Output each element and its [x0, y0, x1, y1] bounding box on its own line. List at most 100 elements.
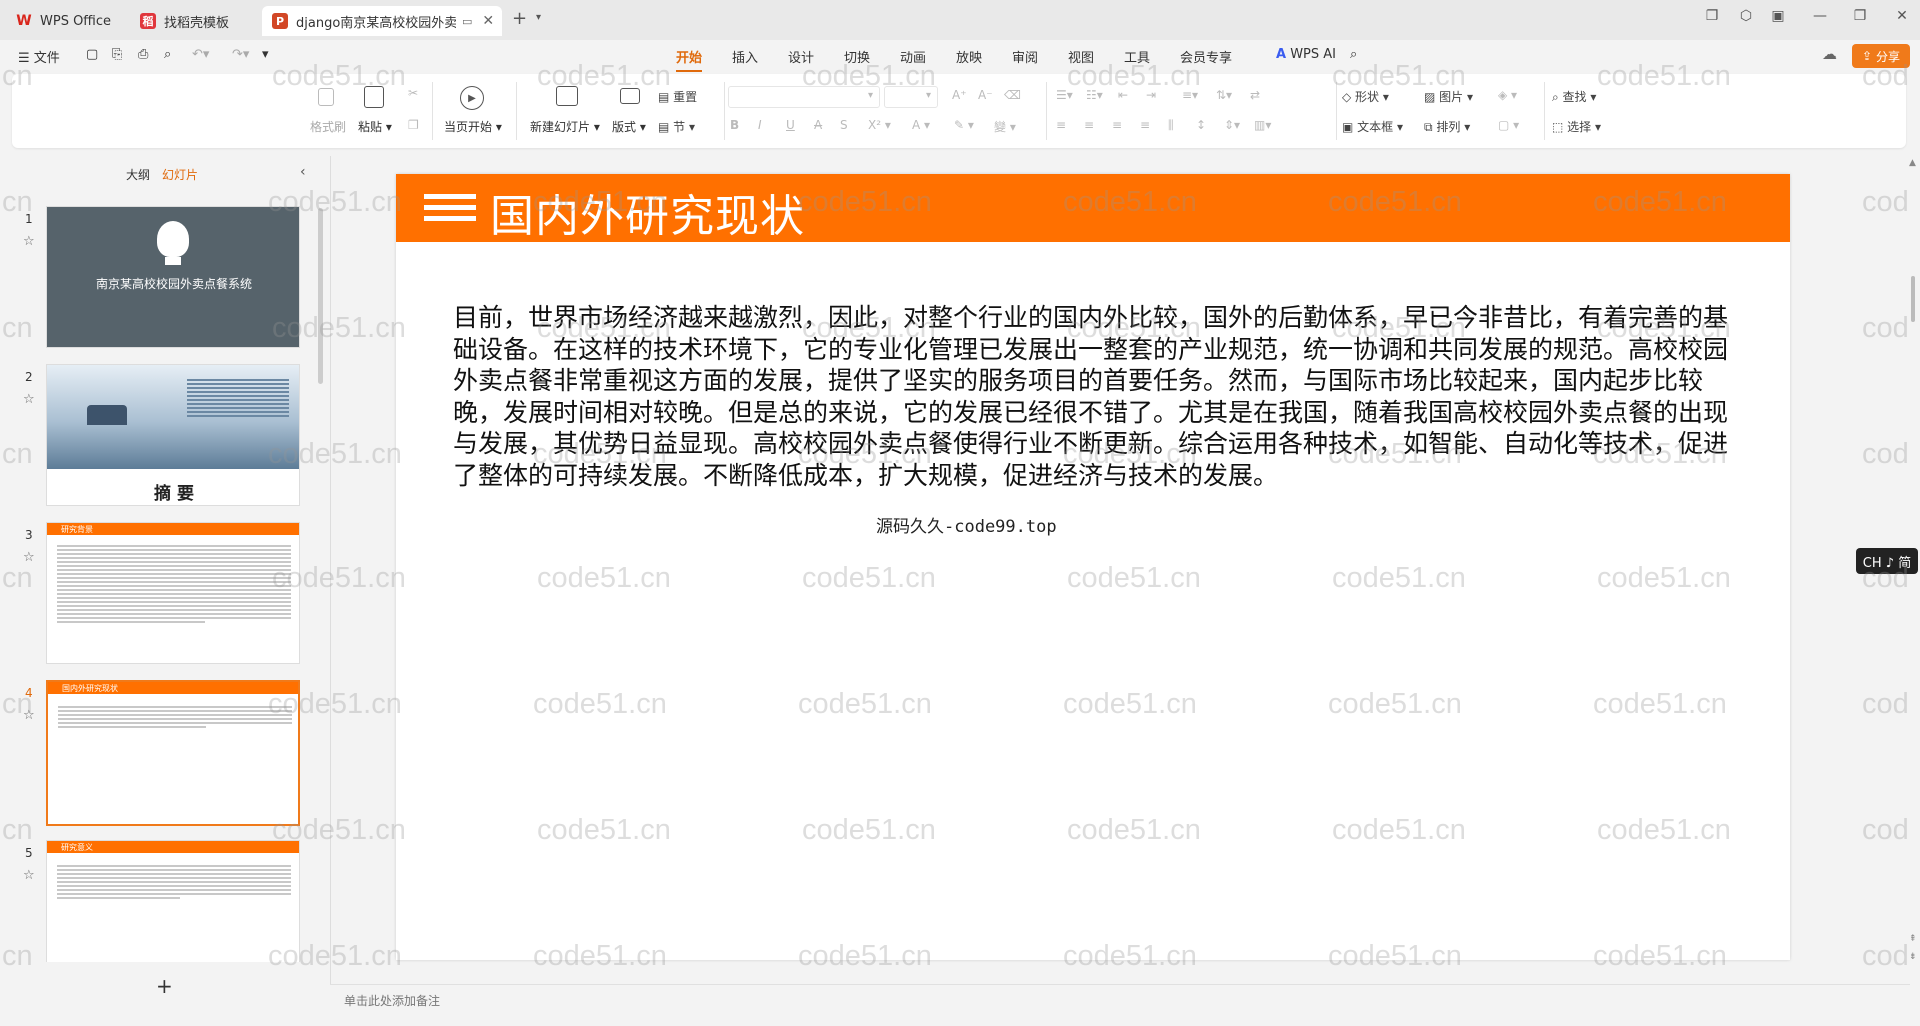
text-direction-icon[interactable]: ≡▾	[1182, 88, 1198, 102]
phonetic-icon[interactable]: 變 ▾	[994, 118, 1016, 135]
star-icon[interactable]: ☆	[23, 234, 35, 249]
new-tab-icon[interactable]: +	[512, 8, 527, 29]
menu-item-transition[interactable]: 切换	[844, 47, 870, 66]
cut-icon[interactable]: ✂	[408, 86, 418, 100]
strikethrough-icon[interactable]: A	[814, 118, 822, 132]
format-painter-button[interactable]: 格式刷	[310, 118, 346, 135]
print-preview-icon[interactable]: ⌕	[164, 47, 171, 62]
slide-thumbnail-2[interactable]: 摘 要	[46, 364, 300, 506]
monitor-icon[interactable]: ▭	[462, 15, 472, 28]
font-family-select[interactable]: ▾	[728, 86, 880, 108]
align-left-icon[interactable]: ≡	[1056, 118, 1066, 132]
slide-thumbnail-4[interactable]: 国内外研究现状	[46, 680, 300, 826]
reset-button[interactable]: ▤ 重置	[658, 88, 697, 105]
play-from-current-button[interactable]: 当页开始 ▾	[444, 118, 502, 135]
new-slide-button[interactable]: 新建幻灯片 ▾	[530, 118, 600, 135]
paragraph-spacing-icon[interactable]: ⇕▾	[1224, 118, 1240, 132]
star-icon[interactable]: ☆	[23, 392, 35, 407]
star-icon[interactable]: ☆	[23, 550, 35, 565]
star-icon[interactable]: ☆	[23, 868, 35, 883]
menu-item-member[interactable]: 会员专享	[1180, 47, 1232, 66]
redo-icon[interactable]: ↷▾	[232, 47, 249, 62]
save-icon[interactable]: ▢	[86, 47, 98, 62]
align-center-icon[interactable]: ≡	[1084, 118, 1094, 132]
font-size-select[interactable]: ▾	[884, 86, 938, 108]
star-icon[interactable]: ☆	[23, 708, 35, 723]
tab-outline[interactable]: 大纲	[126, 166, 150, 183]
quick-access-chevron-icon[interactable]: ▾	[262, 47, 269, 62]
textbox-button[interactable]: ▣ 文本框 ▾	[1342, 118, 1403, 135]
cloud-sync-icon[interactable]: ☁	[1822, 45, 1837, 63]
restore-icon[interactable]: ❐	[1848, 8, 1872, 24]
slide-body-text[interactable]: 目前，世界市场经济越来越激烈，因此，对整个行业的国内外比较，国外的后勤体系，早已…	[453, 302, 1743, 491]
slide-canvas[interactable]: 国内外研究现状 目前，世界市场经济越来越激烈，因此，对整个行业的国内外比较，国外…	[396, 174, 1790, 960]
tab-list-chevron-icon[interactable]: ▾	[536, 12, 541, 23]
notes-pane[interactable]: 单击此处添加备注	[330, 984, 1910, 1014]
tab-slides[interactable]: 幻灯片	[162, 166, 198, 183]
font-color-icon[interactable]: A ▾	[912, 118, 930, 132]
tab-docer-templates[interactable]: 稻 找稻壳模板	[130, 6, 256, 36]
columns-icon[interactable]: ▥▾	[1254, 118, 1271, 132]
prev-slide-icon[interactable]: ⇞	[1909, 934, 1917, 944]
slide-thumbnail-3[interactable]: 研究背景	[46, 522, 300, 664]
add-slide-button[interactable]: +	[156, 974, 173, 998]
picture-button[interactable]: ▨ 图片 ▾	[1424, 88, 1473, 105]
scroll-thumb[interactable]	[1911, 276, 1915, 322]
layout-icon[interactable]: ❐	[1700, 8, 1724, 24]
menu-item-tools[interactable]: 工具	[1124, 47, 1150, 66]
menu-item-view[interactable]: 视图	[1068, 47, 1094, 66]
menu-item-animation[interactable]: 动画	[900, 47, 926, 66]
ime-indicator[interactable]: CH ♪ 简	[1856, 548, 1918, 574]
decrease-font-icon[interactable]: A⁻	[978, 88, 993, 102]
tab-current-document[interactable]: P django南京某高校校园外卖 ▭ ✕	[262, 6, 502, 36]
menu-item-slideshow[interactable]: 放映	[956, 47, 982, 66]
numbering-icon[interactable]: ☷▾	[1086, 88, 1103, 102]
section-button[interactable]: ▤ 节 ▾	[658, 118, 695, 135]
tab-wps-office[interactable]: W WPS Office	[6, 6, 124, 36]
italic-icon[interactable]: I	[758, 118, 762, 132]
export-icon[interactable]: ⎘	[112, 47, 122, 62]
close-tab-icon[interactable]: ✕	[482, 13, 494, 29]
menu-item-design[interactable]: 设计	[788, 47, 814, 66]
shadow-icon[interactable]: S	[840, 118, 848, 132]
bullets-icon[interactable]: ☰▾	[1056, 88, 1073, 102]
shape-button[interactable]: ◇ 形状 ▾	[1342, 88, 1389, 105]
share-button[interactable]: ⇪ 分享	[1852, 44, 1910, 68]
line-spacing-icon[interactable]: ↕	[1196, 118, 1206, 132]
wps-ai-button[interactable]: A WPS AI	[1276, 47, 1336, 62]
cube-icon[interactable]: ⬡	[1734, 8, 1758, 24]
increase-indent-icon[interactable]: ⇥	[1146, 88, 1156, 102]
menu-item-insert[interactable]: 插入	[732, 47, 758, 66]
notes-placeholder[interactable]: 单击此处添加备注	[344, 992, 440, 1009]
copy-icon[interactable]: ❐	[408, 118, 419, 132]
close-window-icon[interactable]: ✕	[1890, 8, 1914, 24]
slide-title[interactable]: 国内外研究现状	[490, 180, 805, 244]
layout-button[interactable]: 版式 ▾	[612, 118, 646, 135]
bold-icon[interactable]: B	[730, 118, 739, 132]
menu-item-review[interactable]: 审阅	[1012, 47, 1038, 66]
align-right-icon[interactable]: ≡	[1112, 118, 1122, 132]
find-button[interactable]: ⌕ 查找 ▾	[1552, 88, 1596, 105]
clear-format-icon[interactable]: ⌫	[1004, 88, 1021, 102]
collapse-panel-icon[interactable]: ‹	[300, 164, 306, 180]
print-icon[interactable]: ⎙	[138, 47, 148, 62]
sort-icon[interactable]: ⇅▾	[1216, 88, 1232, 102]
fill-icon[interactable]: ◈ ▾	[1498, 88, 1517, 102]
slide-thumbnail-1[interactable]: 南京某高校校园外卖点餐系统	[46, 206, 300, 348]
select-button[interactable]: ⬚ 选择 ▾	[1552, 118, 1601, 135]
search-icon[interactable]: ⌕	[1350, 47, 1357, 62]
slide-footer-text[interactable]: 源码久久-code99.top	[876, 512, 1057, 537]
highlight-icon[interactable]: ✎ ▾	[954, 118, 974, 132]
convert-icon[interactable]: ⇄	[1250, 88, 1260, 102]
decrease-indent-icon[interactable]: ⇤	[1118, 88, 1128, 102]
menu-item-home[interactable]: 开始	[676, 47, 703, 72]
paste-button[interactable]: 粘贴 ▾	[358, 118, 392, 135]
panel-scrollbar[interactable]	[318, 208, 323, 384]
file-menu[interactable]: ☰ 文件	[18, 47, 60, 66]
minimize-icon[interactable]: —	[1808, 8, 1832, 24]
superscript-icon[interactable]: X² ▾	[868, 118, 891, 132]
distribute-icon[interactable]: ⫼	[1168, 118, 1174, 133]
avatar[interactable]: ▣	[1766, 8, 1790, 24]
scroll-up-icon[interactable]: ▲	[1909, 158, 1916, 168]
increase-font-icon[interactable]: A⁺	[952, 88, 967, 102]
